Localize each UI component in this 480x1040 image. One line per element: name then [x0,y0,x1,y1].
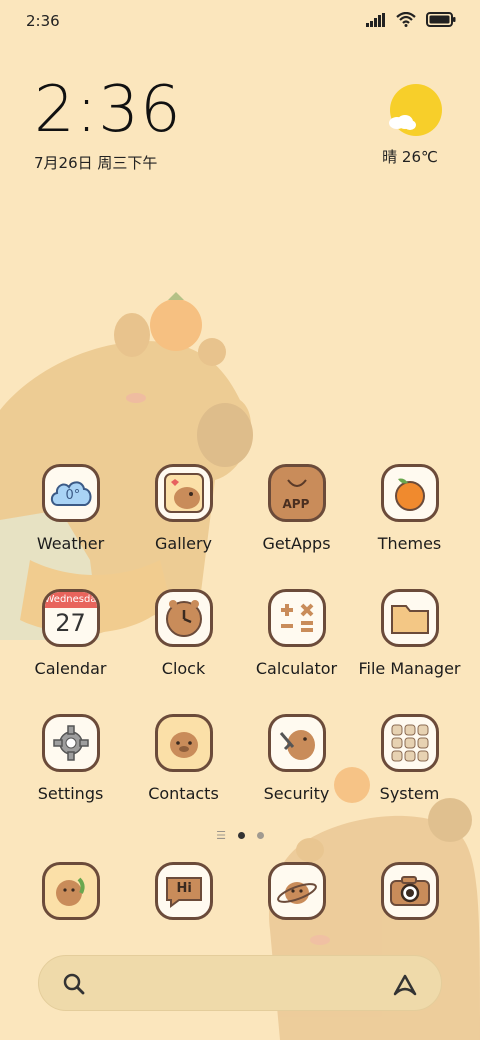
app-security[interactable]: Security [240,714,353,803]
getapps-icon-text: APP [282,497,310,511]
app-themes[interactable]: Themes [353,464,466,553]
sun-icon [389,84,442,136]
app-getapps[interactable]: APP GetApps [240,464,353,553]
app-weather[interactable]: 0° Weather [14,464,127,553]
system-folder-icon [380,714,439,772]
camera-icon [380,862,439,920]
gear-icon [41,714,100,772]
assistant-icon[interactable] [391,970,419,1002]
app-clock[interactable]: Clock [127,589,240,678]
app-settings[interactable]: Settings [14,714,127,803]
battery-icon [426,12,456,31]
app-label: Contacts [148,784,219,803]
app-label: Clock [161,659,206,678]
weather-icon-text: 0° [65,488,81,503]
app-label: Themes [377,534,442,553]
app-label: Settings [37,784,104,803]
message-hi-icon: Hi [154,862,213,920]
calendar-icon: Wednesday 27 [41,589,100,647]
dock-browser[interactable] [240,862,353,920]
browser-planet-icon [267,862,326,920]
app-label: Calculator [255,659,338,678]
app-system-folder[interactable]: System [353,714,466,803]
weather-widget[interactable]: 晴 26℃ [382,84,444,167]
clock-date: 7月26日 周三下午 [34,154,158,172]
cloud-icon: 0° [41,464,100,522]
capybara-contact-icon [154,714,213,772]
orange-icon [380,464,439,522]
app-calendar[interactable]: Wednesday 27 Calendar [14,589,127,678]
status-time: 2:36 [26,12,60,30]
menu-lines-icon[interactable]: ☰ [216,829,226,842]
page-dot[interactable] [256,832,264,839]
app-label: Security [263,784,330,803]
app-label: Gallery [155,534,212,553]
page-dot-active[interactable] [237,832,245,839]
dock-messages[interactable]: Hi [127,862,240,920]
search-icon[interactable] [61,971,87,1001]
calendar-weekday: Wednesday [44,592,97,608]
capybara-photo-icon [154,464,213,522]
phone-capybara-icon [41,862,100,920]
app-file-manager[interactable]: File Manager [353,589,466,678]
app-label: Calendar [34,659,107,678]
app-contacts[interactable]: Contacts [127,714,240,803]
calendar-day: 27 [55,609,86,637]
app-bag-icon: APP [267,464,326,522]
clock-time: 2:36 [34,73,182,147]
clock-icon [154,589,213,647]
dock-camera[interactable] [353,862,466,920]
app-gallery[interactable]: Gallery [127,464,240,553]
signal-icon [366,12,386,31]
app-label: System [379,784,440,803]
status-icons [366,11,456,31]
wifi-icon [396,11,416,31]
app-label: File Manager [358,659,461,678]
capybara-shield-icon [267,714,326,772]
weather-text: 晴 26℃ [382,148,438,166]
dock-phone[interactable] [14,862,127,920]
clock-widget[interactable]: 2:36 7月26日 周三下午 [34,78,182,173]
app-label: GetApps [262,534,331,553]
search-bar[interactable] [38,955,442,1011]
folder-icon [380,589,439,647]
calculator-icon [267,589,326,647]
status-bar: 2:36 [0,0,480,44]
app-label: Weather [36,534,105,553]
app-calculator[interactable]: Calculator [240,589,353,678]
page-indicator: ☰ [0,829,480,842]
message-icon-text: Hi [176,881,192,896]
